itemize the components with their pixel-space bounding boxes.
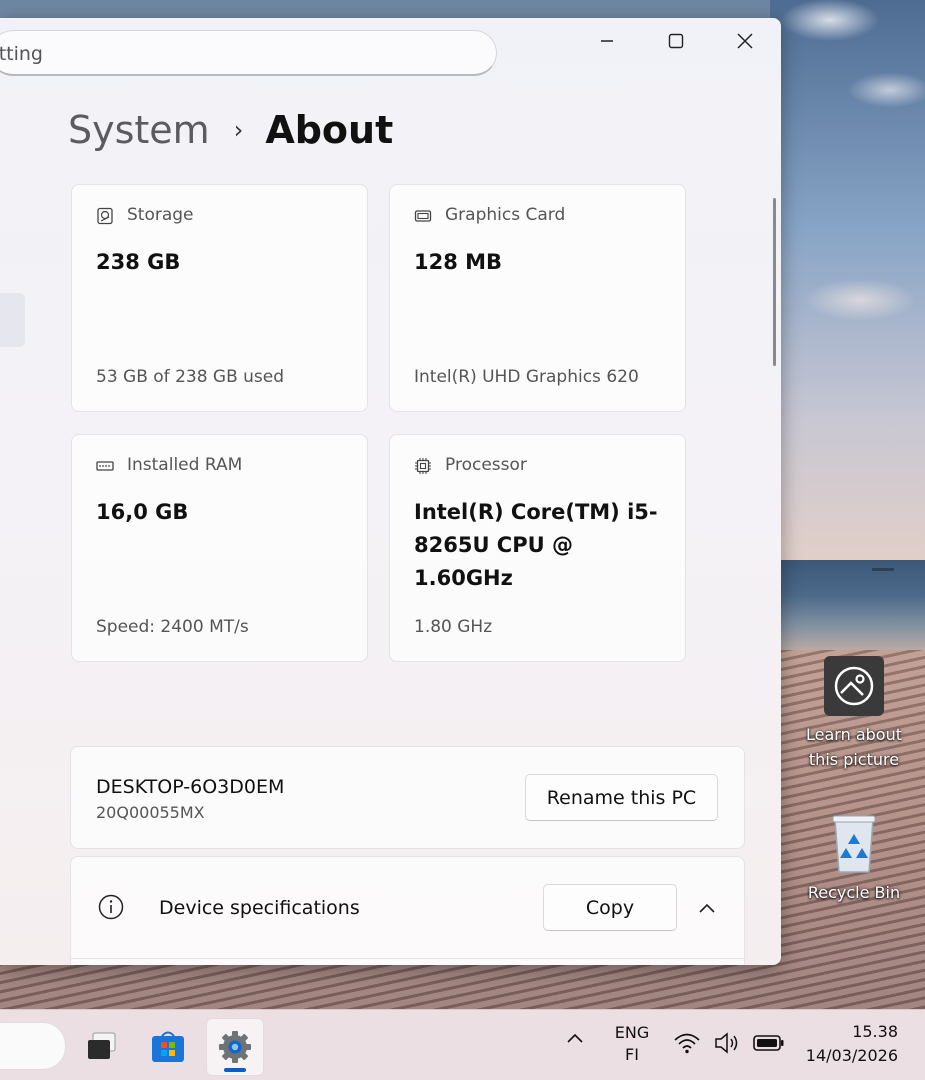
minimize-button[interactable] xyxy=(584,26,630,56)
storage-usage: 53 GB of 238 GB used xyxy=(96,367,285,387)
clock-time: 15.38 xyxy=(852,1022,898,1041)
storage-value: 238 GB xyxy=(96,250,181,274)
breadcrumb: System › About xyxy=(68,104,393,156)
minimize-icon xyxy=(601,40,613,42)
graphics-card-icon xyxy=(414,210,432,222)
task-view-button[interactable] xyxy=(74,1018,130,1074)
rename-pc-button[interactable]: Rename this PC xyxy=(525,774,718,821)
microsoft-store-button[interactable] xyxy=(140,1018,196,1074)
close-icon xyxy=(737,33,753,49)
section-divider xyxy=(71,958,744,959)
learn-about-picture-shortcut[interactable]: Learn about this picture xyxy=(799,652,909,772)
keyboard-layout: FI xyxy=(625,1045,639,1064)
battery-icon xyxy=(753,1035,784,1051)
storage-label: Storage xyxy=(127,205,194,225)
taskbar xyxy=(0,1009,925,1080)
copy-button[interactable]: Copy xyxy=(543,884,677,931)
graphics-model: Intel(R) UHD Graphics 620 xyxy=(414,367,639,387)
processor-speed: 1.80 GHz xyxy=(414,617,493,637)
learn-about-picture-label: Learn about this picture xyxy=(806,725,902,769)
ram-speed: Speed: 2400 MT/s xyxy=(96,617,249,637)
recycle-bin-shortcut[interactable]: Recycle Bin xyxy=(799,808,909,905)
store-icon xyxy=(152,1031,184,1062)
hard-drive-icon xyxy=(97,207,113,225)
processor-label: Processor xyxy=(445,455,527,475)
page-title: About xyxy=(265,108,394,152)
graphics-value: 128 MB xyxy=(414,250,503,274)
taskbar-search-box[interactable] xyxy=(0,1022,66,1070)
ram-label: Installed RAM xyxy=(127,455,243,475)
info-icon xyxy=(98,894,124,920)
close-button[interactable] xyxy=(722,26,768,56)
language-indicator[interactable]: ENG FI xyxy=(603,1022,661,1066)
desktop-ship xyxy=(872,568,894,571)
storage-card[interactable]: Storage 238 GB 53 GB of 238 GB used xyxy=(71,184,368,412)
ram-icon xyxy=(96,461,114,471)
pc-name: DESKTOP-6O3D0EM xyxy=(96,776,285,798)
system-tray[interactable] xyxy=(672,1030,786,1056)
device-specifications-section[interactable]: Device specifications Copy xyxy=(70,856,745,965)
maximize-button[interactable] xyxy=(653,26,699,56)
processor-card[interactable]: Processor Intel(R) Core(TM) i5-8265U CPU… xyxy=(389,434,686,662)
settings-window: System › About Storage 238 GB 53 GB of 2… xyxy=(0,18,781,965)
gear-icon xyxy=(219,1031,251,1063)
graphics-label: Graphics Card xyxy=(445,205,566,225)
clock[interactable]: 15.38 14/03/2026 xyxy=(790,1020,898,1068)
breadcrumb-system-link[interactable]: System xyxy=(68,108,210,152)
installed-ram-card[interactable]: Installed RAM 16,0 GB Speed: 2400 MT/s xyxy=(71,434,368,662)
nav-selected-item[interactable] xyxy=(0,293,25,347)
desktop-sky xyxy=(770,0,925,560)
wifi-icon xyxy=(674,1033,700,1054)
breadcrumb-chevron-icon: › xyxy=(233,116,244,144)
pc-name-card: DESKTOP-6O3D0EM 20Q00055MX Rename this P… xyxy=(70,746,745,849)
ram-value: 16,0 GB xyxy=(96,500,189,524)
maximize-icon xyxy=(668,33,684,49)
device-specifications-title: Device specifications xyxy=(159,897,360,919)
processor-value: Intel(R) Core(TM) i5-8265U CPU @ 1.60GHz xyxy=(414,500,658,590)
pc-model: 20Q00055MX xyxy=(96,803,205,822)
clock-date: 14/03/2026 xyxy=(805,1046,898,1065)
volume-icon xyxy=(715,1032,738,1054)
show-hidden-icons-chevron-icon[interactable] xyxy=(562,1026,588,1052)
camera-lens-icon xyxy=(824,656,884,716)
processor-icon xyxy=(415,458,431,474)
chevron-up-icon[interactable] xyxy=(695,897,719,921)
graphics-card-card[interactable]: Graphics Card 128 MB Intel(R) UHD Graphi… xyxy=(389,184,686,412)
language-code: ENG xyxy=(614,1023,650,1042)
scrollbar-thumb[interactable] xyxy=(773,198,776,366)
active-app-indicator xyxy=(224,1068,246,1072)
desktop-sea xyxy=(770,560,925,650)
task-view-icon xyxy=(88,1032,116,1059)
settings-search-box[interactable] xyxy=(0,30,497,76)
settings-search-input[interactable] xyxy=(0,42,469,66)
recycle-bin-icon xyxy=(829,812,879,876)
recycle-bin-label: Recycle Bin xyxy=(807,883,901,902)
